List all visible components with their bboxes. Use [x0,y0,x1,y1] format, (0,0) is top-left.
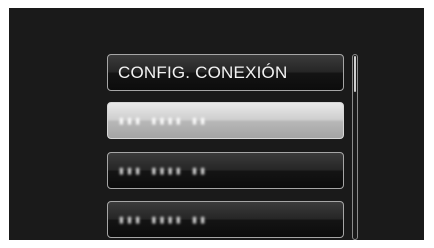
menu-item-3[interactable]: ▮▮▮ ▮▮▮▮ ▮▮ [107,152,344,189]
blurred-menu-item-label: ▮▮▮ ▮▮▮▮ ▮▮ [118,164,208,177]
scrollbar[interactable] [352,54,358,240]
camera-menu-screen: CONFIG. CONEXIÓN ▮▮▮ ▮▮▮▮ ▮▮ ▮▮▮ ▮▮▮▮ ▮▮… [9,8,424,240]
menu-item-label: CONFIG. CONEXIÓN [118,62,288,82]
menu-item-4[interactable]: ▮▮▮ ▮▮▮▮ ▮▮ [107,201,344,238]
blurred-menu-item-label: ▮▮▮ ▮▮▮▮ ▮▮ [118,213,208,226]
menu-item-config-conexion[interactable]: CONFIG. CONEXIÓN [107,54,344,91]
menu-item-selected[interactable]: ▮▮▮ ▮▮▮▮ ▮▮ [107,102,344,139]
scrollbar-thumb[interactable] [354,56,356,92]
blurred-menu-item-label: ▮▮▮ ▮▮▮▮ ▮▮ [118,114,208,127]
